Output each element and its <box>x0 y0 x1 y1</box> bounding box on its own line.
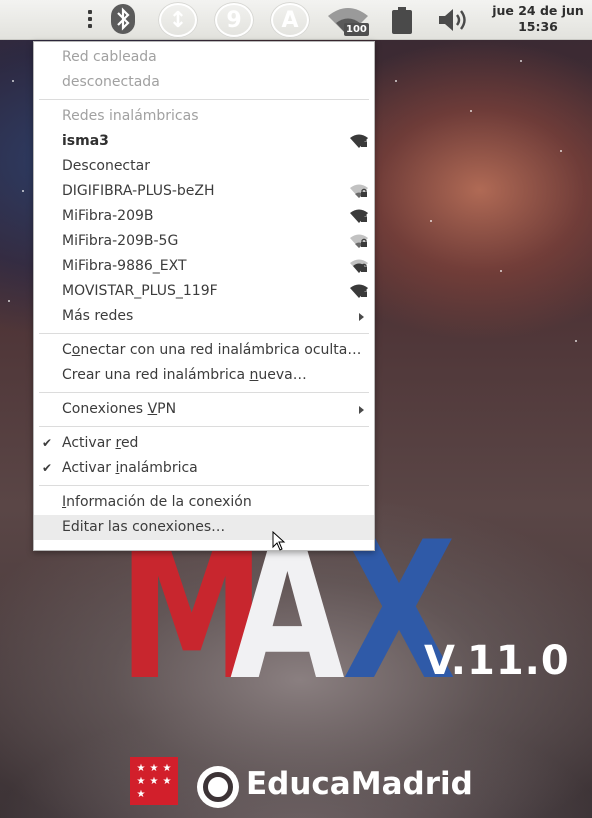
connect-hidden-network-item[interactable]: Conectar con una red inalámbrica oculta… <box>34 338 374 363</box>
numlock-indicator-icon[interactable]: 9 <box>214 2 254 38</box>
network-item[interactable]: MiFibra-209B-5G <box>34 229 374 254</box>
brand-name: EducaMadrid <box>246 766 473 802</box>
clock-date: jue 24 de jun <box>492 3 584 18</box>
wifi-signal-low-lock-icon <box>350 184 368 198</box>
wifi-signal-high-lock-icon <box>350 134 368 148</box>
volume-icon[interactable] <box>436 6 472 34</box>
menu-separator <box>39 426 369 427</box>
wifi-signal-low-lock-icon <box>350 234 368 248</box>
max-logo-a: A <box>230 501 345 722</box>
menu-separator <box>39 392 369 393</box>
checkmark-icon: ✔ <box>42 461 53 475</box>
wifi-signal-high-lock-icon <box>350 284 368 298</box>
wifi-signal-high-lock-icon <box>350 209 368 223</box>
submenu-arrow-icon <box>359 406 364 414</box>
network-menu: Red cableada desconectada Redes inalámbr… <box>33 41 375 551</box>
capslock-indicator-icon[interactable]: A <box>270 2 310 38</box>
network-item[interactable]: MOVISTAR_PLUS_119F <box>34 279 374 304</box>
battery-icon[interactable] <box>392 6 412 34</box>
menu-separator <box>39 485 369 486</box>
wired-network-header: Red cableada <box>62 49 157 65</box>
create-new-network-item[interactable]: Crear una red inalámbrica nueva… <box>34 363 374 388</box>
checkmark-icon: ✔ <box>42 436 53 450</box>
more-networks-item[interactable]: Más redes <box>34 304 374 329</box>
enable-wireless-item[interactable]: ✔ Activar inalámbrica <box>34 456 374 481</box>
connection-info-item[interactable]: Información de la conexión <box>34 490 374 515</box>
disconnect-item[interactable]: Desconectar <box>34 154 374 179</box>
edit-connections-item[interactable]: Editar las conexiones… <box>34 515 374 540</box>
network-item[interactable]: DIGIFIBRA-PLUS-beZH <box>34 179 374 204</box>
max-logo-m: M <box>118 501 265 722</box>
wifi-signal-badge: 100 <box>344 23 369 36</box>
wifi-signal-medium-lock-icon <box>350 259 368 273</box>
max-logo: M A X <box>118 501 456 722</box>
mouse-pointer-icon <box>272 531 286 551</box>
submenu-arrow-icon <box>359 313 364 321</box>
menu-separator <box>39 333 369 334</box>
version-label: V.11.0 <box>424 638 570 684</box>
updown-arrows-icon[interactable]: ↕ <box>158 2 198 38</box>
network-item[interactable]: MiFibra-209B <box>34 204 374 229</box>
max-logo-x: X <box>342 501 456 722</box>
enable-networking-item[interactable]: ✔ Activar red <box>34 431 374 456</box>
clock[interactable]: jue 24 de jun 15:36 <box>486 3 590 35</box>
educamadrid-logo-icon <box>197 766 239 808</box>
wireless-networks-header: Redes inalámbricas <box>62 108 199 124</box>
network-item[interactable]: MiFibra-9886_EXT <box>34 254 374 279</box>
madrid-flag-icon: ★ ★ ★ ★ ★ ★ ★ <box>130 757 178 805</box>
menu-separator <box>39 99 369 100</box>
clock-time: 15:36 <box>518 19 558 34</box>
bluetooth-icon[interactable] <box>110 3 136 35</box>
overflow-dots-icon[interactable] <box>86 8 94 30</box>
vpn-connections-item[interactable]: Conexiones VPN <box>34 397 374 422</box>
wired-network-status: desconectada <box>62 74 160 90</box>
top-panel: ↕ 9 A 100 jue 24 de jun 15:36 <box>0 0 592 40</box>
network-item-isma3[interactable]: isma3 <box>34 129 374 154</box>
